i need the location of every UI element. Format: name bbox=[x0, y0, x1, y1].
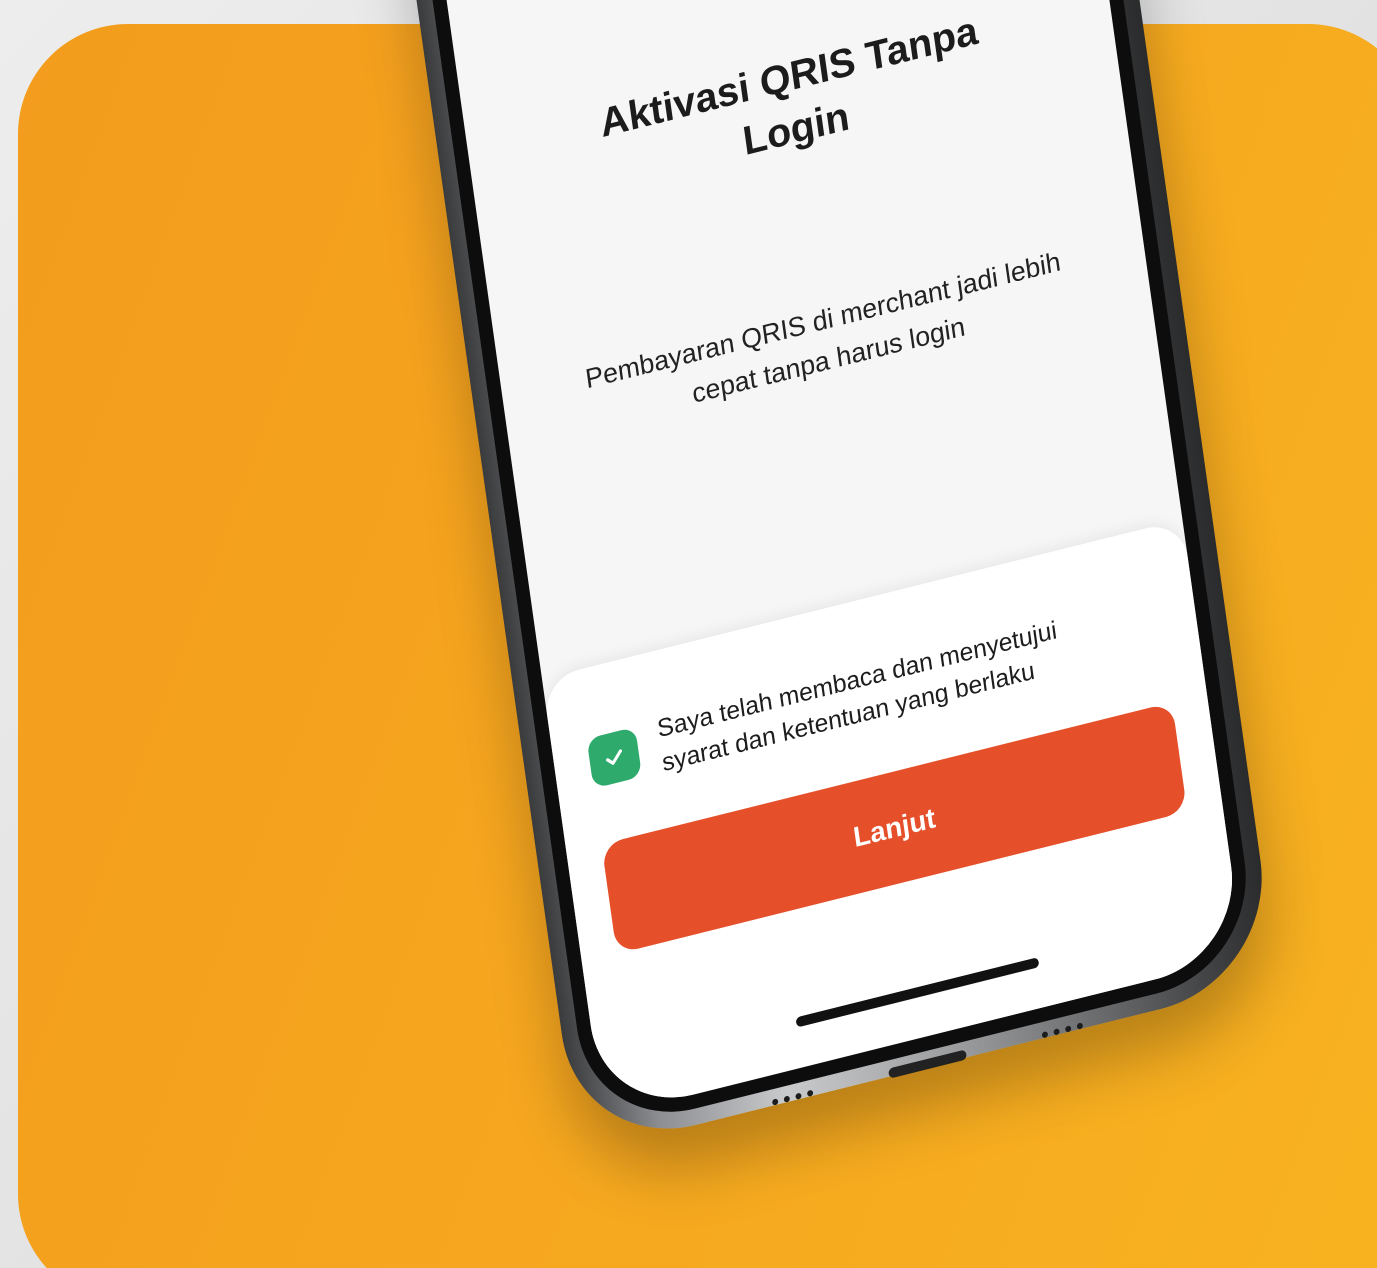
phone-wrapper: Aktivasi QRIS Tanpa Login Pembayaran QRI… bbox=[0, 0, 1377, 1268]
phone-device: Aktivasi QRIS Tanpa Login Pembayaran QRI… bbox=[382, 0, 1278, 1155]
check-icon bbox=[606, 749, 622, 765]
stage: Aktivasi QRIS Tanpa Login Pembayaran QRI… bbox=[0, 0, 1377, 1268]
page-subtitle: Pembayaran QRIS di merchant jadi lebih c… bbox=[539, 230, 1113, 450]
home-indicator bbox=[795, 957, 1040, 1028]
agreement-checkbox[interactable] bbox=[586, 726, 643, 789]
page-title: Aktivasi QRIS Tanpa Login bbox=[465, 0, 1120, 235]
bottom-sheet: Saya telah membaca dan menyetujui syarat… bbox=[541, 519, 1244, 1117]
phone-screen: Aktivasi QRIS Tanpa Login Pembayaran QRI… bbox=[416, 0, 1244, 1117]
